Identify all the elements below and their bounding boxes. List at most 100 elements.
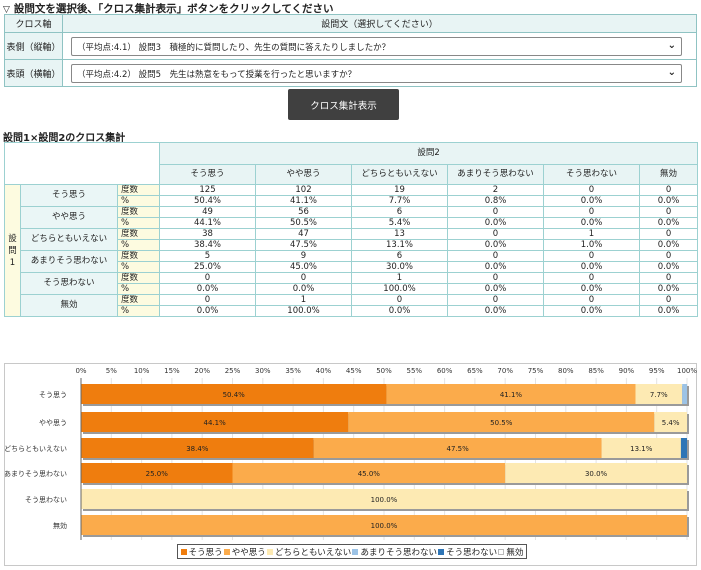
count-cell: 6 <box>351 250 449 262</box>
x-tick-label: 40% <box>316 367 332 375</box>
percent-cell: 45.0% <box>255 261 353 273</box>
count-cell: 0 <box>447 228 545 240</box>
count-cell: 1 <box>543 228 641 240</box>
count-cell: 5 <box>159 250 257 262</box>
percent-cell: 0.0% <box>159 283 257 295</box>
percent-cell: 0.0% <box>639 217 699 229</box>
axis-header: クロス軸 <box>4 14 63 33</box>
x-tick-label: 5% <box>106 367 117 375</box>
data-label: 5.4% <box>662 419 680 427</box>
y-category-label: そう思う <box>39 391 67 399</box>
row-label: あまりそう思わない <box>20 250 118 273</box>
y-category-label: 無効 <box>53 521 67 530</box>
column-axis-label: 表頭（横軸） <box>4 59 63 87</box>
percent-cell: 100.0% <box>351 283 449 295</box>
percent-cell: 1.0% <box>543 239 641 251</box>
count-cell: 0 <box>543 294 641 306</box>
row-label: どちらともいえない <box>20 228 118 251</box>
legend-item: そう思う <box>180 546 223 558</box>
percent-unit-label: % <box>116 239 161 251</box>
column-axis-select[interactable]: （平均点:4.2） 設問5 先生は熱意をもって授業を行ったと思いますか？ ⌄ <box>71 63 682 83</box>
data-label: 100.0% <box>371 496 398 504</box>
crosstab-table: 設問2 そう思う やや思う どちらともいえない あまりそう思わない そう思わない 無効 設… <box>3 142 699 317</box>
count-cell: 13 <box>351 228 449 240</box>
count-cell: 38 <box>159 228 257 240</box>
percent-cell: 0.0% <box>639 305 699 317</box>
legend-swatch <box>266 548 273 555</box>
question-selector-table: クロス軸 設問文（選択してください） 表側（縦軸） （平均点:4.1） 設問3 … <box>4 14 697 87</box>
x-tick-label: 55% <box>407 367 423 375</box>
legend-label: 無効 <box>506 547 524 558</box>
data-label: 44.1% <box>203 419 226 427</box>
table-row: 無効 度数 0 1 0 0 0 0 <box>5 294 699 317</box>
data-label: 50.4% <box>223 391 246 399</box>
count-cell: 125 <box>159 184 257 196</box>
row-label: 無効 <box>20 294 118 317</box>
data-label: 50.5% <box>490 419 513 427</box>
cross-tab-show-button[interactable]: クロス集計表示 <box>288 89 399 120</box>
x-tick-label: 70% <box>497 367 513 375</box>
legend-label: やや思う <box>231 547 266 558</box>
count-unit-label: 度数 <box>116 206 161 218</box>
percent-cell: 0.0% <box>447 283 545 295</box>
column-header: 無効 <box>639 164 699 185</box>
count-cell: 0 <box>351 294 449 306</box>
y-category-label: やや思う <box>39 419 67 427</box>
data-label: 25.0% <box>146 470 169 478</box>
legend-label: そう思わない <box>446 547 498 558</box>
table-row: どちらともいえない 度数 38 47 13 0 1 0 <box>5 228 699 251</box>
x-tick-label: 35% <box>285 367 301 375</box>
percent-cell: 41.1% <box>255 195 353 207</box>
legend-swatch <box>223 548 230 555</box>
data-label: 7.7% <box>650 391 668 399</box>
count-unit-label: 度数 <box>116 272 161 284</box>
count-cell: 0 <box>447 294 545 306</box>
data-label: 30.0% <box>585 470 608 478</box>
column-header: やや思う <box>255 164 353 185</box>
percent-cell: 13.1% <box>351 239 449 251</box>
percent-cell: 0.0% <box>639 261 699 273</box>
data-label: 45.0% <box>358 470 381 478</box>
percent-unit-label: % <box>116 195 161 207</box>
percent-cell: 0.0% <box>639 239 699 251</box>
percent-cell: 0.0% <box>351 305 449 317</box>
column-header: あまりそう思わない <box>447 164 545 185</box>
x-tick-label: 100% <box>677 367 697 375</box>
bar-segment <box>682 384 687 404</box>
x-tick-label: 20% <box>194 367 210 375</box>
bar-segment <box>680 438 687 458</box>
count-cell: 0 <box>447 250 545 262</box>
percent-cell: 0.0% <box>543 195 641 207</box>
data-label: 41.1% <box>500 391 523 399</box>
stacked-bar-chart: 0% 5% 10% 15% 20% 25% 30% 35% 40% 45% 50% 55% 60% 65%… <box>4 363 697 566</box>
row-axis-select[interactable]: （平均点:4.1） 設問3 積極的に質問したり、先生の質問に答えたりしましたか？… <box>71 36 682 56</box>
x-tick-label: 30% <box>255 367 271 375</box>
percent-cell: 30.0% <box>351 261 449 273</box>
percent-cell: 0.0% <box>543 261 641 273</box>
chart-plot: 0% 5% 10% 15% 20% 25% 30% 35% 40% 45% 50% 55% 60% 65%… <box>5 367 697 540</box>
x-tick-label: 90% <box>619 367 635 375</box>
count-cell: 0 <box>639 272 699 284</box>
count-cell: 0 <box>639 206 699 218</box>
count-cell: 0 <box>639 184 699 196</box>
question-header: 設問文（選択してください） <box>62 14 697 33</box>
table-row: あまりそう思わない 度数 5 9 6 0 0 0 <box>5 250 699 273</box>
legend-swatch <box>352 548 359 555</box>
data-label: 13.1% <box>630 445 653 453</box>
count-cell: 0 <box>255 272 353 284</box>
column-header: どちらともいえない <box>351 164 449 185</box>
percent-cell: 0.0% <box>447 239 545 251</box>
percent-cell: 0.8% <box>447 195 545 207</box>
percent-cell: 0.0% <box>639 283 699 295</box>
y-category-label: あまりそう思わない <box>5 470 67 478</box>
x-tick-label: 65% <box>467 367 483 375</box>
count-cell: 1 <box>255 294 353 306</box>
percent-cell: 0.0% <box>159 305 257 317</box>
row-label: やや思う <box>20 206 118 229</box>
count-cell: 0 <box>159 272 257 284</box>
legend-item: 無効 <box>498 546 523 558</box>
table-row: 設問1 そう思う 度数 125 102 19 2 0 0 <box>4 184 699 317</box>
percent-cell: 7.7% <box>351 195 449 207</box>
count-cell: 0 <box>159 294 257 306</box>
count-cell: 0 <box>543 184 641 196</box>
